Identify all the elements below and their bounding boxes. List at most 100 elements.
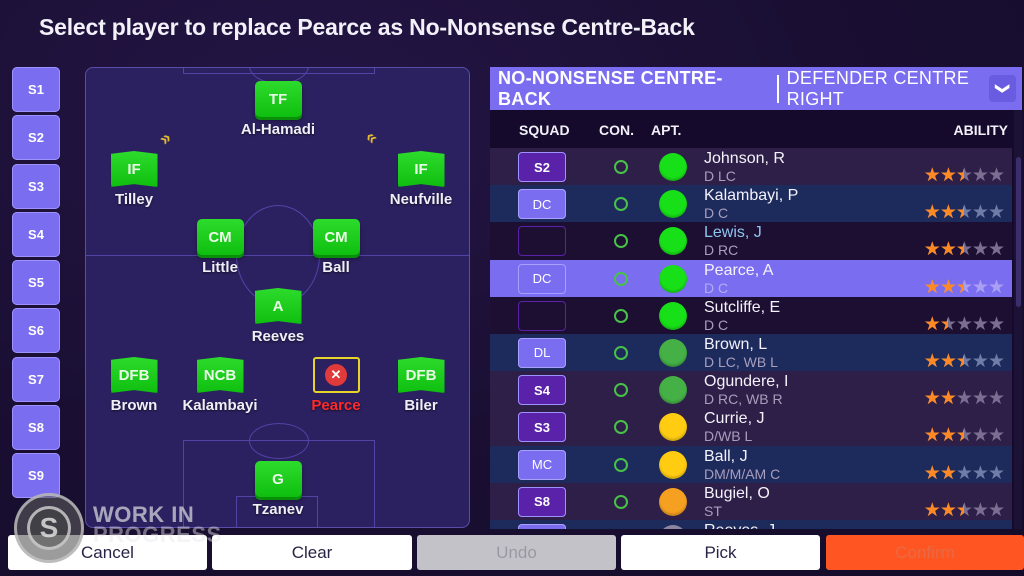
squad-badge: S3 xyxy=(518,412,566,443)
star-icon: ★ xyxy=(971,425,989,447)
ability-stars: ★★★★★★★★ xyxy=(924,164,1005,187)
player-name: Tzanev xyxy=(252,501,304,518)
star-fill: ★ xyxy=(939,239,956,261)
condition-icon xyxy=(614,308,628,323)
player-name: Sutcliffe, E xyxy=(704,298,781,316)
aptitude-indicator xyxy=(659,413,687,442)
star-fill: ★ xyxy=(939,425,956,447)
star-icon: ★ xyxy=(987,425,1005,447)
player-row[interactable]: MC Ball, J DM/M/AM C ★ ★ ★ ★ ★★★ xyxy=(490,445,1012,484)
player-name: Currie, J xyxy=(704,410,765,428)
player-row[interactable]: Reeves, J xyxy=(490,519,1012,529)
squad-badge: DL xyxy=(518,337,566,368)
star-icon: ★★ xyxy=(923,313,941,335)
panel-header: NO-NONSENSE CENTRE-BACK DEFENDER CENTRE … xyxy=(490,67,1022,110)
star-icon: ★ xyxy=(987,165,1005,186)
pitch-player-if-left[interactable]: IF Tilley xyxy=(86,151,194,208)
player-row[interactable]: S8Bugiel, OST★★★★★★★★ xyxy=(490,482,1012,521)
position-title: DEFENDER CENTRE RIGHT xyxy=(786,67,970,109)
star-fill: ★ xyxy=(923,425,940,447)
sub-slot-2[interactable]: S2 xyxy=(12,115,60,161)
player-row[interactable]: S4 Ogundere, ID RC, WB R ★ ★ ★ ★ ★★★ xyxy=(490,371,1012,410)
aptitude-indicator xyxy=(659,227,687,256)
player-list: S2Johnson, RD LC★★★★★★★★DCKalambayi, PD … xyxy=(490,148,1012,529)
player-row[interactable]: S2Johnson, RD LC★★★★★★★★ xyxy=(490,148,1012,187)
pitch-player-gk[interactable]: G Tzanev xyxy=(218,461,338,518)
confirm-button[interactable]: Confirm xyxy=(826,535,1024,570)
star-fill: ★ xyxy=(923,388,940,410)
star-icon: ★ xyxy=(987,202,1005,224)
aptitude-indicator xyxy=(659,301,687,330)
star-icon: ★ xyxy=(987,462,1005,484)
col-squad[interactable]: SQUAD xyxy=(519,122,570,138)
player-row[interactable]: DCKalambayi, PD C★★★★★★★★ xyxy=(490,185,1012,224)
star-fill: ★ xyxy=(939,388,956,410)
squad-badge: DC xyxy=(518,189,566,220)
sub-slot-6[interactable]: S6 xyxy=(12,308,60,354)
player-name: Johnson, R xyxy=(704,150,785,167)
sub-slot-8[interactable]: S8 xyxy=(12,405,60,451)
star-fill: ★ xyxy=(940,313,948,336)
dropdown-button[interactable]: ❯ xyxy=(989,75,1016,102)
pitch-player-cm-right[interactable]: CM Ball xyxy=(276,219,396,276)
player-row[interactable]: DLBrown, LD LC, WB L★★★★★★★★ xyxy=(490,333,1012,372)
clear-button[interactable]: Clear xyxy=(212,535,412,570)
aptitude-indicator xyxy=(659,153,687,181)
scrollbar[interactable] xyxy=(1014,110,1022,529)
star-icon: ★★ xyxy=(955,276,973,299)
star-fill: ★ xyxy=(923,313,940,335)
scrollbar-thumb[interactable] xyxy=(1016,157,1021,307)
player-name: Brown, L xyxy=(704,335,768,353)
star-icon: ★★ xyxy=(923,425,941,447)
pitch-player-cm-left[interactable]: CM Little xyxy=(160,219,280,276)
remove-icon[interactable]: ✕ xyxy=(325,364,347,386)
pitch: » » TF Al-Hamadi IF Tilley IF Neufville … xyxy=(85,67,470,528)
star-icon: ★★ xyxy=(955,165,973,186)
sub-slot-3[interactable]: S3 xyxy=(12,163,60,209)
aptitude-indicator xyxy=(659,524,687,529)
pitch-player-ncb[interactable]: NCB Kalambayi xyxy=(160,357,280,414)
squad-badge xyxy=(518,226,566,257)
pitch-player-if-right[interactable]: IF Neufville xyxy=(361,151,469,208)
pick-button[interactable]: Pick xyxy=(621,535,820,570)
star-fill: ★ xyxy=(923,350,940,372)
player-row[interactable]: S3Currie, JD/WB L★★★★★★★★ xyxy=(490,408,1012,447)
condition-icon xyxy=(614,197,628,212)
run-arrows-icon: » xyxy=(364,131,381,150)
sub-slot-4[interactable]: S4 xyxy=(12,211,60,257)
squad-badge: MC xyxy=(518,449,566,480)
star-icon: ★★ xyxy=(923,499,941,521)
role-shirt: TF xyxy=(254,81,302,117)
pitch-player-dfb-right[interactable]: DFB Biler xyxy=(361,357,469,414)
player-row[interactable]: Lewis, JD RC★★★★★★★★ xyxy=(490,222,1012,261)
sub-slot-1[interactable]: S1 xyxy=(12,67,60,112)
player-row[interactable]: DCPearce, AD C★★★★★★★★ xyxy=(490,259,1012,299)
role-shirt: DFB xyxy=(110,357,158,393)
col-con[interactable]: CON. xyxy=(599,122,634,138)
star-icon: ★★ xyxy=(939,462,957,484)
player-name: Lewis, J xyxy=(704,224,762,242)
star-fill: ★ xyxy=(939,165,956,186)
undo-button[interactable]: Undo xyxy=(417,535,616,570)
ability-stars: ★★★★★★★ xyxy=(923,387,1005,410)
role-shirt: CM xyxy=(196,219,244,255)
sub-slot-5[interactable]: S5 xyxy=(12,260,60,306)
chevron-down-icon: ❯ xyxy=(994,82,1011,95)
sub-slot-9[interactable]: S9 xyxy=(12,453,60,499)
pitch-player-tf[interactable]: TF Al-Hamadi xyxy=(218,81,338,138)
sub-slot-7[interactable]: S7 xyxy=(12,356,60,402)
player-name: Pearce, A xyxy=(704,261,774,279)
role-shirt: IF xyxy=(397,151,445,187)
star-icon: ★★ xyxy=(923,276,941,298)
player-row[interactable]: Sutcliffe, ED C★★★★★★★ xyxy=(490,296,1012,336)
col-apt[interactable]: APT. xyxy=(651,122,681,138)
col-ability[interactable]: ABILITY xyxy=(954,122,1008,138)
star-icon: ★★ xyxy=(923,350,941,372)
star-fill: ★ xyxy=(956,276,964,299)
column-headers: SQUAD CON. APT. ABILITY xyxy=(490,110,1022,148)
condition-icon xyxy=(614,383,628,398)
role-shirt: G xyxy=(254,461,302,497)
star-icon: ★★ xyxy=(955,350,973,372)
pitch-player-a[interactable]: A Reeves xyxy=(218,288,338,345)
condition-icon xyxy=(614,234,628,249)
